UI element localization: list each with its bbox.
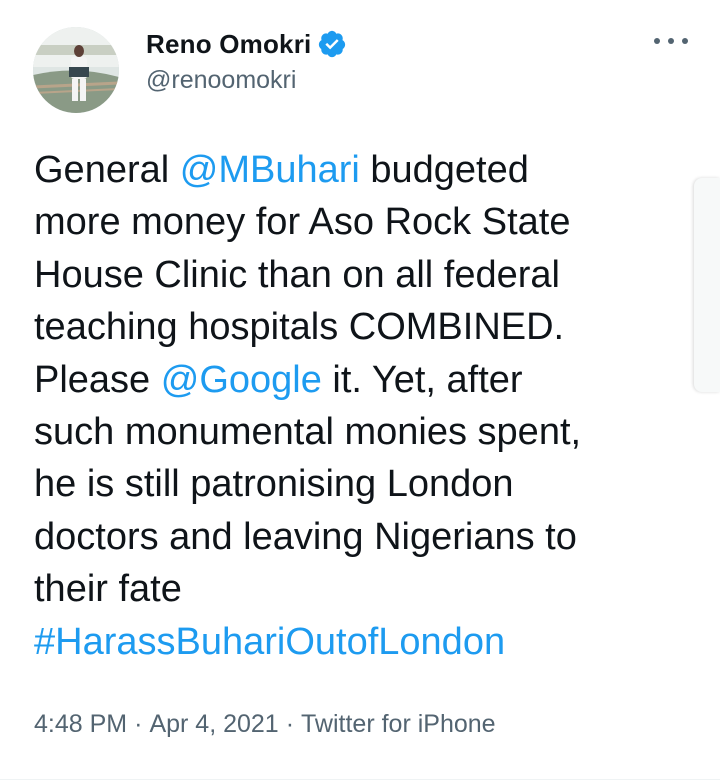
tweet-source[interactable]: Twitter for iPhone <box>301 710 496 738</box>
tweet-text-segment: their fate <box>34 568 182 611</box>
mention-link[interactable]: @MBuhari <box>180 149 360 191</box>
avatar[interactable] <box>33 27 119 113</box>
tweet-text-segment: such monumental monies spent, <box>34 411 582 454</box>
tweet-text: General @MBuhari budgeted more money for … <box>34 144 694 668</box>
tweet-text-line: more money for Aso Rock State <box>34 196 694 248</box>
tweet-text-segment: teaching hospitals COMBINED. <box>34 306 565 349</box>
tweet-text-segment: more money for Aso Rock State <box>34 201 571 244</box>
tweet-text-segment: budgeted <box>359 149 529 191</box>
tweet-text-segment: General <box>34 149 180 191</box>
tweet-text-line: doctors and leaving Nigerians to <box>34 511 694 563</box>
more-options-icon[interactable] <box>654 34 688 48</box>
mention-link[interactable]: @Google <box>161 359 322 401</box>
verified-badge-icon <box>317 29 347 59</box>
hashtag-link[interactable]: #HarassBuhariOutofLondon <box>34 621 505 663</box>
tweet-text-segment: Please <box>34 358 161 401</box>
tweet-card: Reno Omokri @renoomokri General @MBuhari… <box>0 0 720 780</box>
tweet-text-segment: it. Yet, after <box>321 358 523 401</box>
tweet-text-line: such monumental monies spent, <box>34 406 694 458</box>
tweet-text-line: House Clinic than on all federal <box>34 249 694 301</box>
tweet-text-line: he is still patronising London <box>34 458 694 510</box>
meta-separator: · <box>134 710 143 738</box>
tweet-text-segment: he is still patronising London <box>34 463 514 506</box>
tweet-text-line: #HarassBuhariOutofLondon <box>34 616 694 668</box>
author-name-row[interactable]: Reno Omokri <box>146 26 347 62</box>
author-display-name[interactable]: Reno Omokri <box>146 29 311 60</box>
tweet-text-segment: doctors and leaving Nigerians to <box>34 515 577 558</box>
tweet-meta: 4:48 PM · Apr 4, 2021 · Twitter for iPhone <box>34 710 496 739</box>
meta-separator: · <box>285 710 295 738</box>
tweet-text-line: Please @Google it. Yet, after <box>34 354 694 406</box>
tweet-text-line: teaching hospitals COMBINED. <box>34 301 694 353</box>
tweet-text-line: their fate <box>34 563 694 615</box>
tweet-text-segment: House Clinic than on all federal <box>34 253 560 296</box>
scrollbar-handle[interactable] <box>694 178 720 392</box>
tweet-time[interactable]: 4:48 PM <box>34 710 127 738</box>
author-handle[interactable]: @renoomokri <box>146 66 296 95</box>
tweet-date[interactable]: Apr 4, 2021 <box>149 710 278 738</box>
tweet-text-line: General @MBuhari budgeted <box>34 144 694 196</box>
